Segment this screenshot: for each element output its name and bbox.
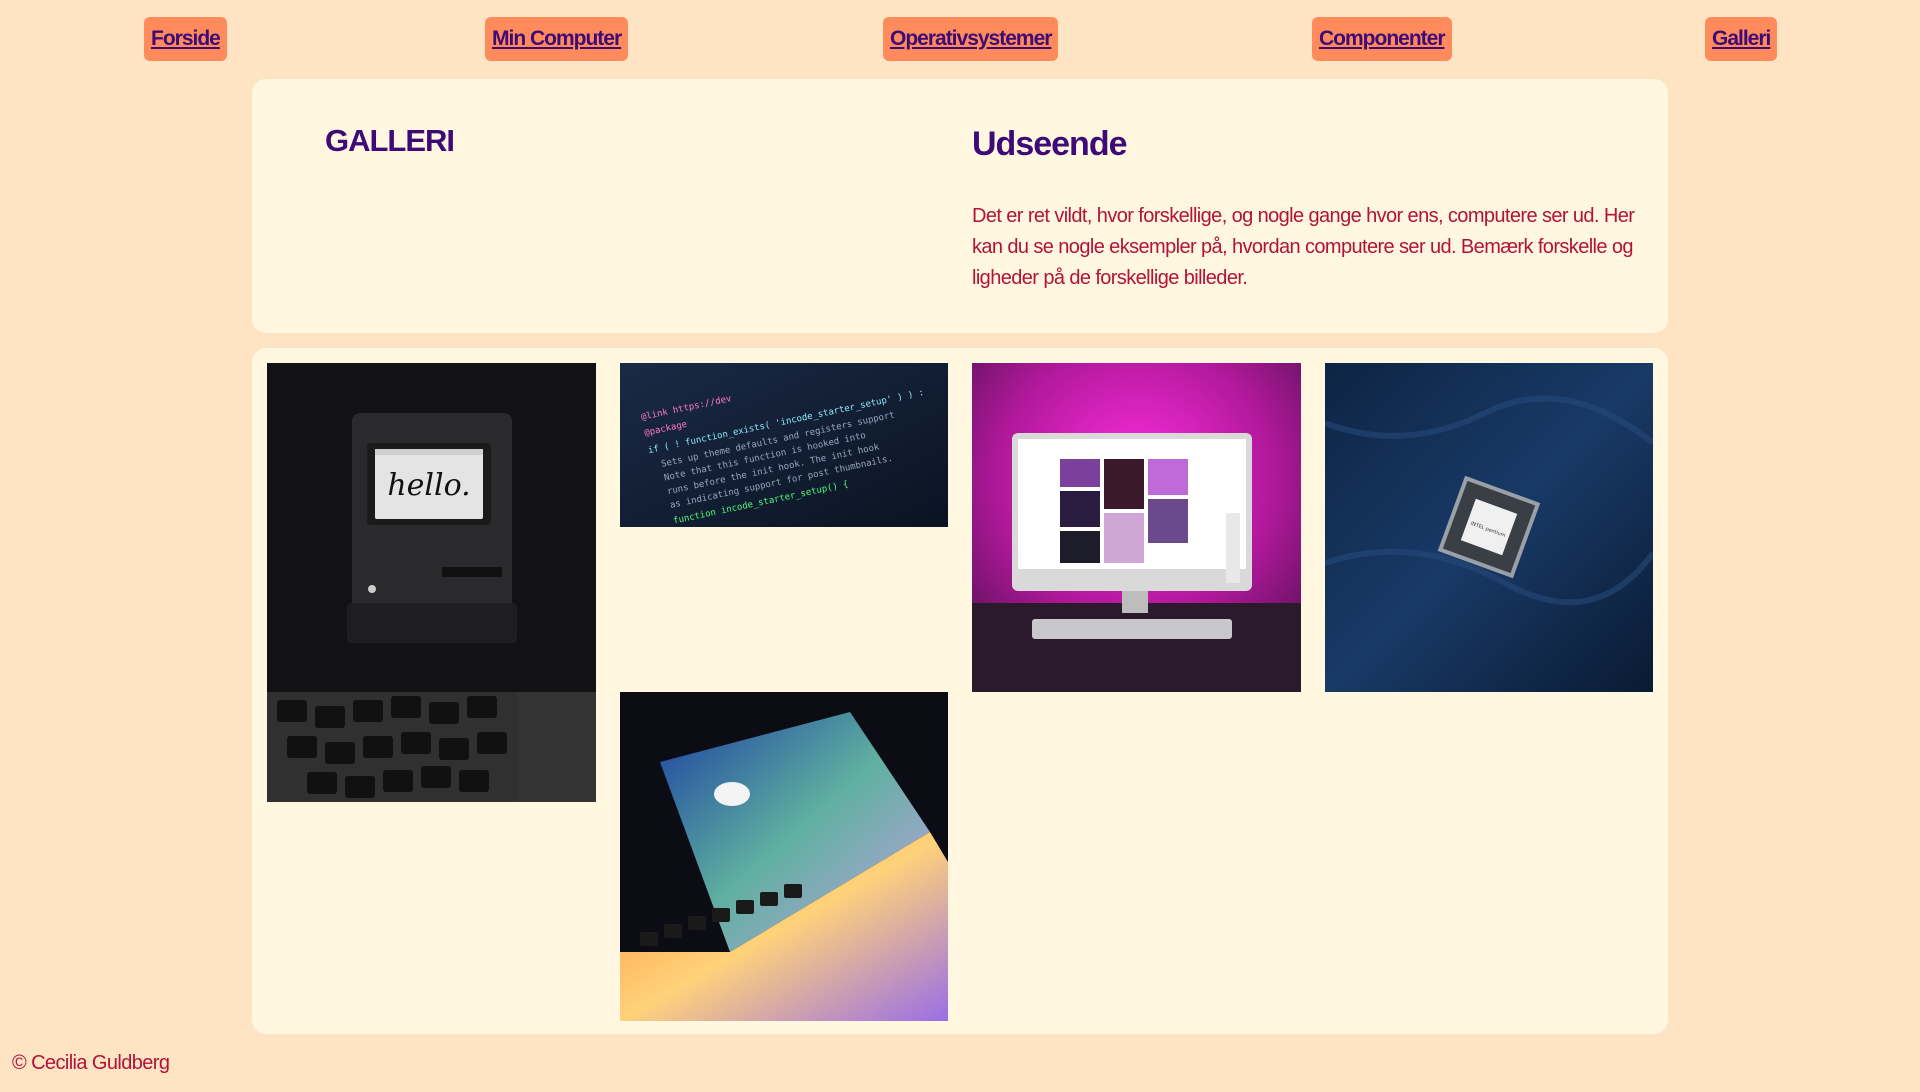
gallery-photo-code: @link https://dev @package if ( ! functi… xyxy=(620,363,948,527)
intro-text: Det er ret vildt, hvor forskellige, og n… xyxy=(972,205,1635,289)
nav-link-forside[interactable]: Forside xyxy=(144,17,227,61)
gallery-photo-imac xyxy=(972,363,1301,692)
header-card: GALLERI Udseende Det er ret vildt, hvor … xyxy=(252,79,1668,333)
gallery-photo-macintosh: hello. xyxy=(267,363,596,692)
nav-link-min-computer[interactable]: Min Computer xyxy=(485,17,629,61)
footer-copyright: © Cecilia Guldberg xyxy=(12,1052,170,1074)
gallery-card: hello. @link https://dev @package if ( !… xyxy=(252,348,1668,1034)
nav-link-componenter[interactable]: Componenter xyxy=(1312,17,1452,61)
nav-link-operativsystemer[interactable]: Operativsystemer xyxy=(883,17,1059,61)
gallery-photo-macbook xyxy=(620,692,948,1021)
nav-link-galleri[interactable]: Galleri xyxy=(1705,17,1778,61)
gallery-photo-cpu: INTEL pentium xyxy=(1325,363,1653,692)
gallery-photo-keyboard xyxy=(267,692,596,802)
mac-screen-text: hello. xyxy=(387,468,470,503)
page-title: GALLERI xyxy=(325,123,455,158)
section-title: Udseende xyxy=(972,125,1127,163)
main-nav: Forside Min Computer Operativsystemer Co… xyxy=(0,17,1920,63)
